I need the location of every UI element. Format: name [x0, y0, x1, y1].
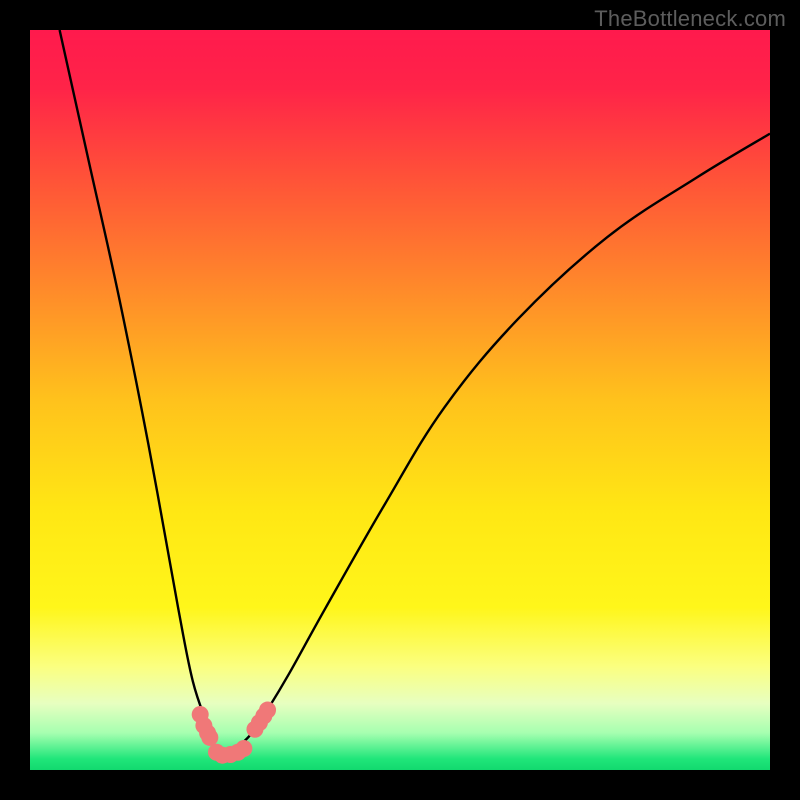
marker-layer: [192, 702, 276, 764]
curve-layer: [30, 30, 770, 770]
watermark-text: TheBottleneck.com: [594, 6, 786, 32]
marker-dot: [235, 740, 252, 757]
plot-area: [30, 30, 770, 770]
chart-frame: TheBottleneck.com: [0, 0, 800, 800]
marker-dot: [201, 729, 218, 746]
bottleneck-curve: [60, 30, 770, 756]
marker-dot: [259, 702, 276, 719]
